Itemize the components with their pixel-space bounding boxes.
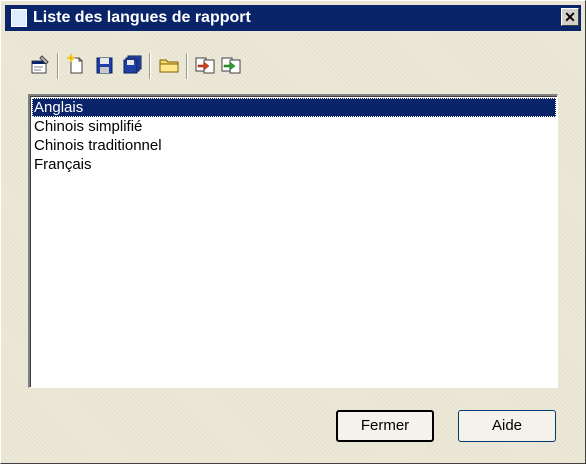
toolbar-separator [57, 53, 59, 79]
language-listbox[interactable]: Anglais Chinois simplifié Chinois tradit… [28, 94, 558, 388]
save-all-button[interactable] [121, 54, 143, 76]
properties-button[interactable] [29, 54, 51, 76]
save-button[interactable] [93, 54, 115, 76]
save-icon [96, 57, 113, 74]
title-bar[interactable]: Liste des langues de rapport ✕ [5, 5, 581, 31]
import-button[interactable] [194, 54, 216, 76]
import-icon [195, 57, 215, 74]
open-folder-button[interactable] [158, 54, 180, 76]
list-item-francais[interactable]: Français [32, 155, 556, 174]
save-all-icon [123, 55, 142, 74]
window-icon [11, 9, 27, 27]
export-icon [221, 57, 241, 74]
close-icon: ✕ [564, 9, 576, 25]
toolbar [27, 51, 347, 81]
help-button[interactable]: Aide [458, 410, 556, 442]
new-icon [67, 54, 83, 74]
export-button[interactable] [220, 54, 242, 76]
window-title: Liste des langues de rapport [33, 9, 251, 26]
toolbar-separator [149, 53, 151, 79]
list-item-chinois-simplifie[interactable]: Chinois simplifié [32, 117, 556, 136]
dialog-window: Liste des langues de rapport ✕ Anglais C… [0, 0, 586, 464]
close-dialog-button[interactable]: Fermer [336, 410, 434, 442]
toolbar-separator [186, 53, 188, 79]
close-button[interactable]: ✕ [561, 8, 579, 26]
list-item-anglais[interactable]: Anglais [32, 98, 556, 117]
open-folder-icon [159, 59, 179, 73]
new-button[interactable] [65, 54, 87, 76]
properties-icon [31, 55, 49, 74]
list-item-chinois-traditionnel[interactable]: Chinois traditionnel [32, 136, 556, 155]
